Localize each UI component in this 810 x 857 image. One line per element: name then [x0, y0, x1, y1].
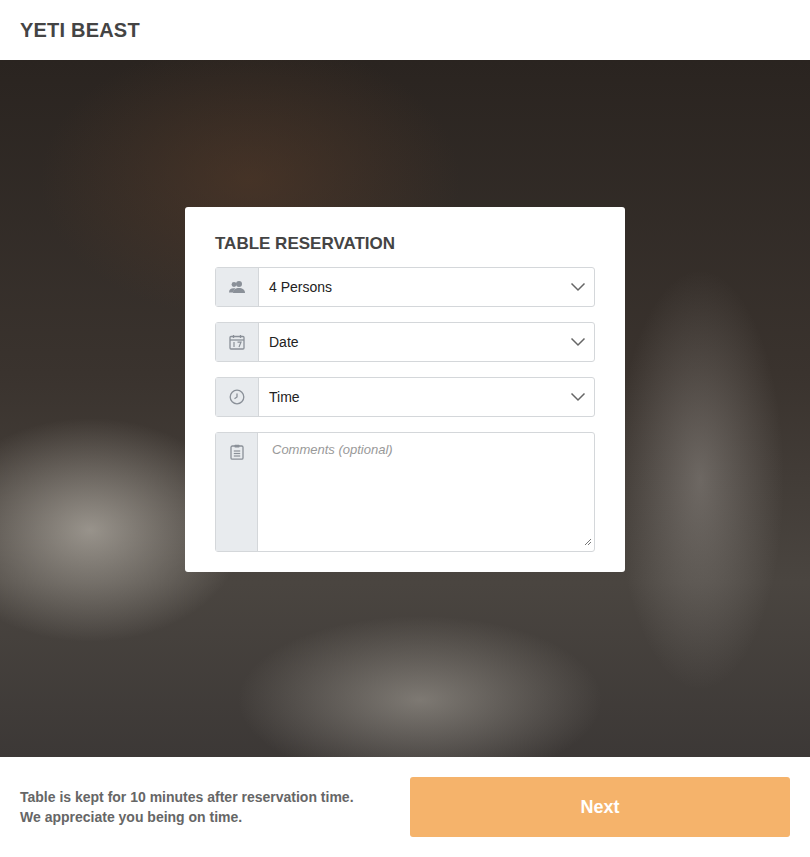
- background-photo: TABLE RESERVATION 4 Persons Date Time Commen…: [0, 60, 810, 757]
- select-value[interactable]: 4 Persons: [259, 268, 594, 306]
- people-select[interactable]: 4 Persons: [215, 267, 595, 307]
- chevron-down-icon[interactable]: [570, 282, 586, 292]
- comments-field[interactable]: Comments (optional): [215, 432, 595, 552]
- calendar-select[interactable]: Date: [215, 322, 595, 362]
- clock-select[interactable]: Time: [215, 377, 595, 417]
- select-text: 4 Persons: [269, 279, 332, 295]
- footer: Table is kept for 10 minutes after reser…: [0, 757, 810, 857]
- select-value[interactable]: Date: [259, 323, 594, 361]
- select-value[interactable]: Time: [259, 378, 594, 416]
- clipboard-icon: [216, 433, 258, 551]
- select-text: Time: [269, 389, 300, 405]
- note-line: Table is kept for 10 minutes after reser…: [20, 787, 354, 807]
- resize-grip-icon[interactable]: [584, 533, 592, 549]
- header: YETI BEAST: [0, 0, 810, 60]
- people-icon: [216, 268, 259, 306]
- card-title: TABLE RESERVATION: [215, 234, 595, 254]
- chevron-down-icon[interactable]: [570, 337, 586, 347]
- logo[interactable]: YETI BEAST: [20, 19, 140, 42]
- comments-placeholder: Comments (optional): [272, 442, 393, 457]
- comments-input[interactable]: Comments (optional): [258, 433, 594, 551]
- clock-icon: [216, 378, 259, 416]
- reservation-card: TABLE RESERVATION 4 Persons Date Time Commen…: [185, 207, 625, 572]
- chevron-down-icon[interactable]: [570, 392, 586, 402]
- select-text: Date: [269, 334, 299, 350]
- reservation-note: Table is kept for 10 minutes after reser…: [20, 787, 354, 827]
- note-line: We appreciate you being on time.: [20, 807, 354, 827]
- calendar-icon: [216, 323, 259, 361]
- next-button[interactable]: Next: [410, 777, 790, 837]
